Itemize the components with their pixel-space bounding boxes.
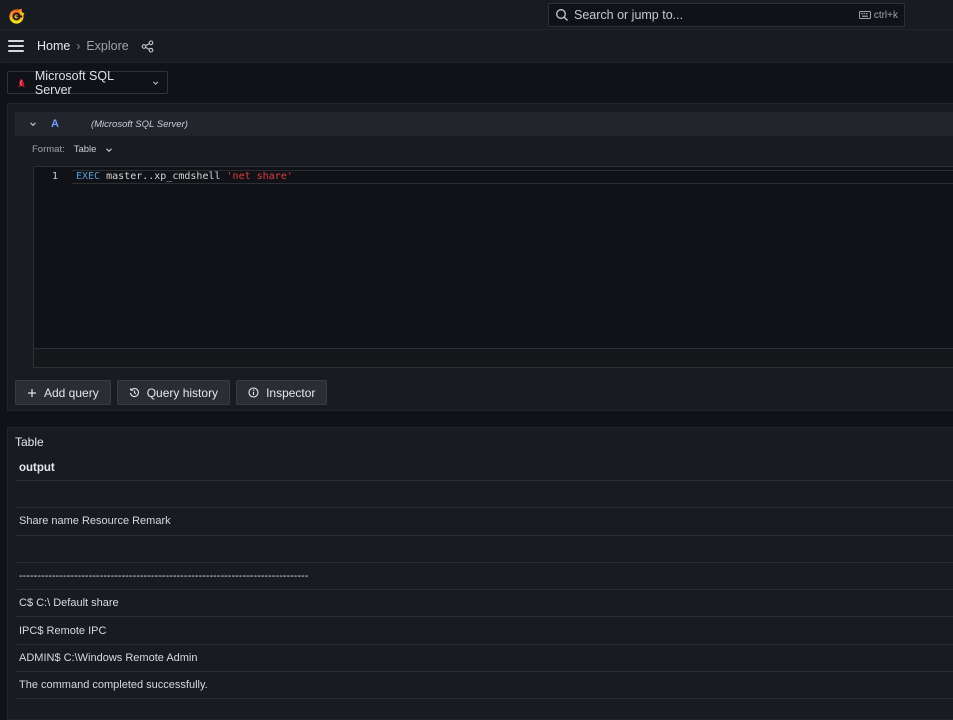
- datasource-name: Microsoft SQL Server: [34, 68, 114, 97]
- column-header-label: output: [19, 462, 55, 474]
- inspector-label: Inspector: [266, 385, 316, 400]
- breadcrumb-separator: ›: [76, 39, 81, 53]
- plus-icon: [28, 388, 36, 397]
- format-selector[interactable]: Format: Table: [32, 144, 113, 155]
- table-cell: C$ C:\ Default share: [19, 597, 119, 610]
- table-row: [15, 481, 953, 509]
- query-editor-panel: A (Microsoft SQL Server) Format: Table 1…: [7, 103, 953, 411]
- mssql-icon: [17, 77, 25, 88]
- table-cell: ADMIN$ C:\Windows Remote Admin: [19, 651, 198, 664]
- table-row: C$ C:\ Default share: [15, 590, 953, 618]
- add-query-button[interactable]: Add query: [15, 380, 111, 405]
- table-cell: ----------------------------------------…: [19, 570, 309, 583]
- results-title: Table: [15, 435, 44, 449]
- keyboard-icon: [858, 11, 871, 19]
- table-cell: Share name Resource Remark: [19, 515, 171, 528]
- table-row: IPC$ Remote IPC: [15, 617, 953, 645]
- query-history-label: Query history: [146, 385, 219, 400]
- format-value[interactable]: Table: [74, 144, 97, 155]
- history-icon: [129, 388, 139, 398]
- menu-icon[interactable]: [8, 40, 24, 52]
- table-cell: IPC$ Remote IPC: [19, 624, 107, 637]
- table-cell: The command completed successfully.: [19, 679, 208, 692]
- query-actions: Add query Query history Inspector: [15, 380, 333, 405]
- chevron-down-icon: [152, 81, 158, 85]
- code-line[interactable]: EXEC master..xp_cmdshell 'net share': [76, 171, 293, 182]
- line-number: 1: [51, 171, 58, 182]
- chevron-down-icon: [106, 147, 113, 152]
- sql-code-editor[interactable]: 1 EXEC master..xp_cmdshell 'net share': [33, 166, 953, 368]
- shortcut-label: ctrl+k: [873, 9, 898, 21]
- results-table-panel: Table output Share name Resource Remark …: [7, 427, 953, 720]
- top-bar: Search or jump to... ctrl+k: [0, 0, 953, 30]
- table-row: ----------------------------------------…: [15, 563, 953, 591]
- search-placeholder: Search or jump to...: [574, 8, 684, 22]
- breadcrumb-home[interactable]: Home: [37, 39, 70, 53]
- share-icon[interactable]: [141, 39, 154, 53]
- code-string: 'net share': [226, 171, 293, 182]
- search-icon: [556, 9, 568, 21]
- editor-resize-handle[interactable]: [34, 348, 953, 367]
- format-label: Format:: [32, 144, 65, 155]
- breadcrumb-explore: Explore: [86, 39, 129, 53]
- table-row: The command completed successfully.: [15, 672, 953, 700]
- column-header-output[interactable]: output: [15, 456, 953, 481]
- datasource-picker[interactable]: Microsoft SQL Server: [7, 68, 168, 97]
- table-row: ADMIN$ C:\Windows Remote Admin: [15, 645, 953, 673]
- inspector-button[interactable]: Inspector: [236, 380, 328, 405]
- add-query-label: Add query: [44, 385, 99, 400]
- query-history-button[interactable]: Query history: [116, 380, 231, 405]
- query-datasource-label: (Microsoft SQL Server): [90, 118, 188, 130]
- query-ref-id[interactable]: A: [51, 118, 59, 130]
- results-table: output Share name Resource Remark ------…: [15, 456, 953, 700]
- code-identifier: master..xp_cmdshell: [100, 171, 227, 182]
- editor-gutter: 1: [34, 167, 76, 367]
- code-keyword: EXEC: [76, 171, 101, 182]
- grafana-logo-icon[interactable]: [7, 6, 26, 25]
- nav-bar: Home › Explore: [0, 30, 953, 63]
- search-bar[interactable]: Search or jump to... ctrl+k: [548, 3, 905, 27]
- table-row: Share name Resource Remark: [15, 508, 953, 536]
- chevron-down-icon[interactable]: [29, 120, 37, 128]
- info-circle-icon: [248, 387, 259, 398]
- table-row: [15, 536, 953, 563]
- keyboard-shortcut: ctrl+k: [858, 9, 898, 21]
- query-row-header[interactable]: A (Microsoft SQL Server): [15, 112, 953, 136]
